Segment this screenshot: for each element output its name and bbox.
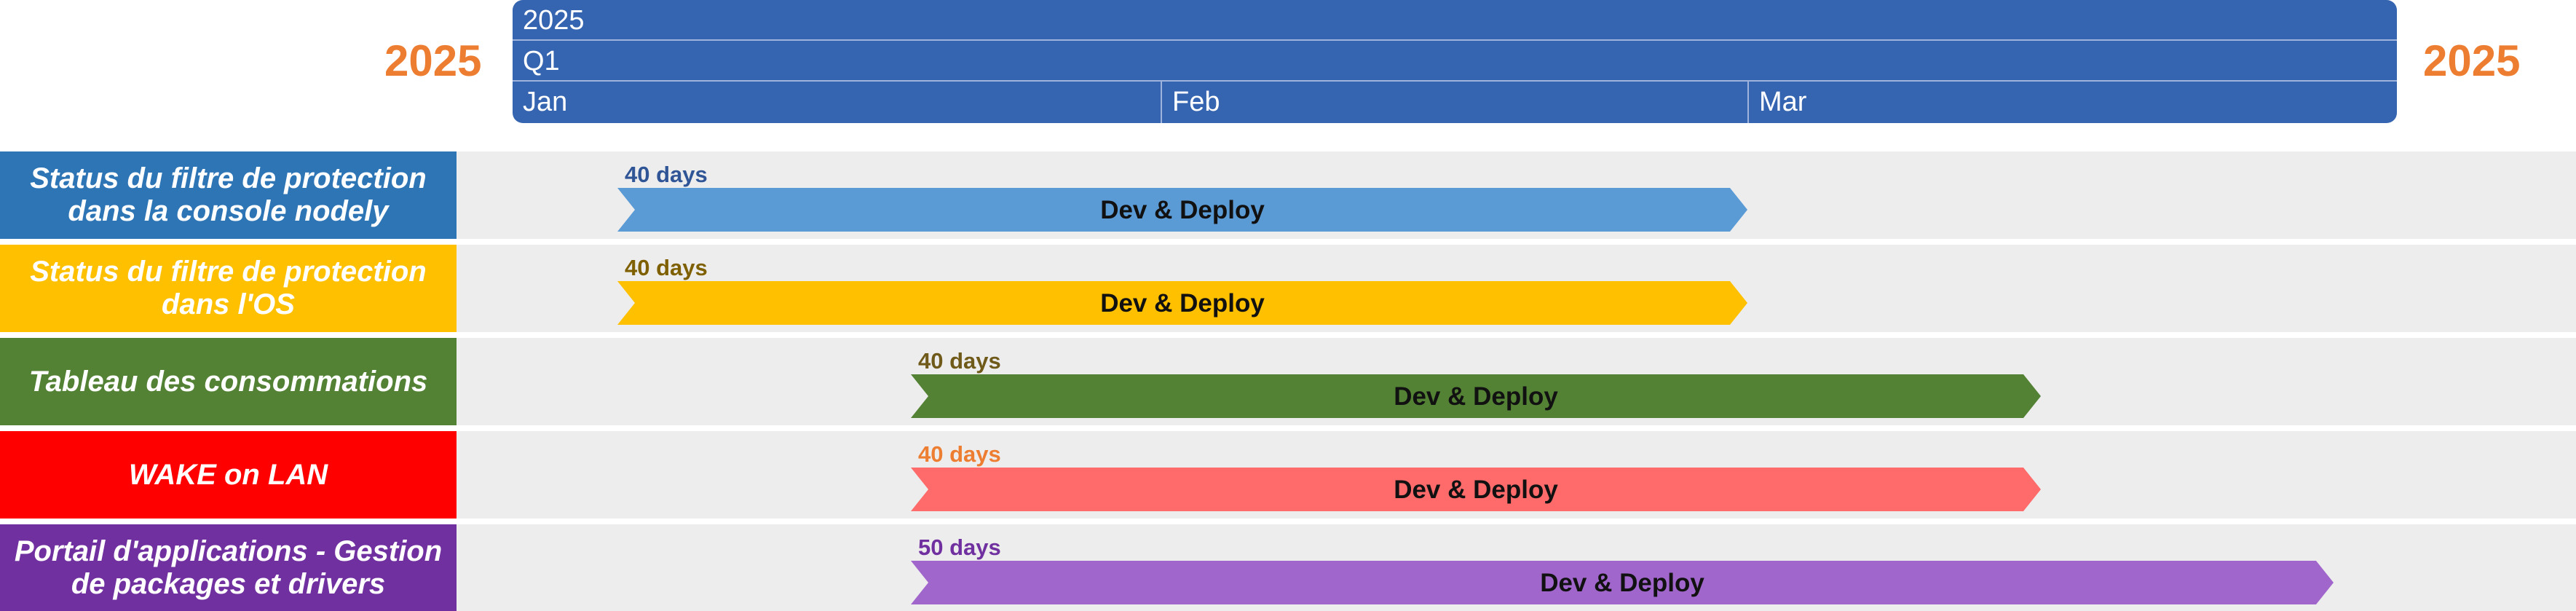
task-label-line2: dans la console nodely: [68, 195, 389, 227]
task-label: Portail d'applications - Gestion de pack…: [0, 524, 457, 611]
timescale-month-mar: Mar: [1747, 82, 2397, 123]
timeline-end-year: 2025: [2423, 36, 2521, 85]
task-bar-label: Dev & Deploy: [1100, 289, 1265, 318]
task-label: Tableau des consommations: [0, 338, 457, 425]
timescale-header: 2025 Q1 Jan Feb Mar: [513, 0, 2397, 123]
task-row-status-console: Status du filtre de protection dans la c…: [0, 151, 2576, 239]
task-duration: 50 days: [918, 535, 1001, 560]
task-row-status-os: Status du filtre de protection dans l'OS…: [0, 245, 2576, 332]
task-label-line1: Portail d'applications - Gestion: [14, 535, 443, 567]
task-row-consumption-table: Tableau des consommations 40 days Dev & …: [0, 338, 2576, 425]
timeline-start-year: 2025: [384, 36, 482, 85]
task-row-app-portal: Portail d'applications - Gestion de pack…: [0, 524, 2576, 611]
task-label: Status du filtre de protection dans la c…: [0, 151, 457, 239]
task-label: WAKE on LAN: [0, 431, 457, 519]
timescale-year-row: 2025: [513, 0, 2397, 41]
task-bar-label: Dev & Deploy: [1100, 196, 1265, 224]
timescale-year: 2025: [523, 5, 585, 36]
task-label-line1: WAKE on LAN: [128, 458, 328, 491]
task-row-wake-on-lan: WAKE on LAN 40 days Dev & Deploy: [0, 431, 2576, 519]
task-duration: 40 days: [625, 255, 708, 280]
task-bar-label: Dev & Deploy: [1394, 382, 1558, 411]
task-label-line1: Tableau des consommations: [28, 365, 428, 398]
timescale-month-feb: Feb: [1161, 82, 1747, 123]
task-duration: 40 days: [918, 441, 1001, 467]
task-duration: 40 days: [918, 348, 1001, 374]
task-bar-label: Dev & Deploy: [1394, 476, 1558, 504]
timescale-quarter: Q1: [523, 46, 560, 76]
task-label-line1: Status du filtre de protection: [30, 256, 427, 288]
task-label-line2: dans l'OS: [162, 288, 295, 320]
timescale-quarter-row: Q1: [513, 41, 2397, 82]
task-duration: 40 days: [625, 162, 708, 187]
task-label-line2: de packages et drivers: [71, 568, 386, 600]
task-bar-label: Dev & Deploy: [1540, 569, 1704, 597]
timescale-month-jan: Jan: [523, 87, 568, 117]
task-label-line1: Status du filtre de protection: [30, 162, 427, 194]
timescale-months-row: Jan Feb Mar: [513, 82, 2397, 123]
task-label: Status du filtre de protection dans l'OS: [0, 245, 457, 332]
